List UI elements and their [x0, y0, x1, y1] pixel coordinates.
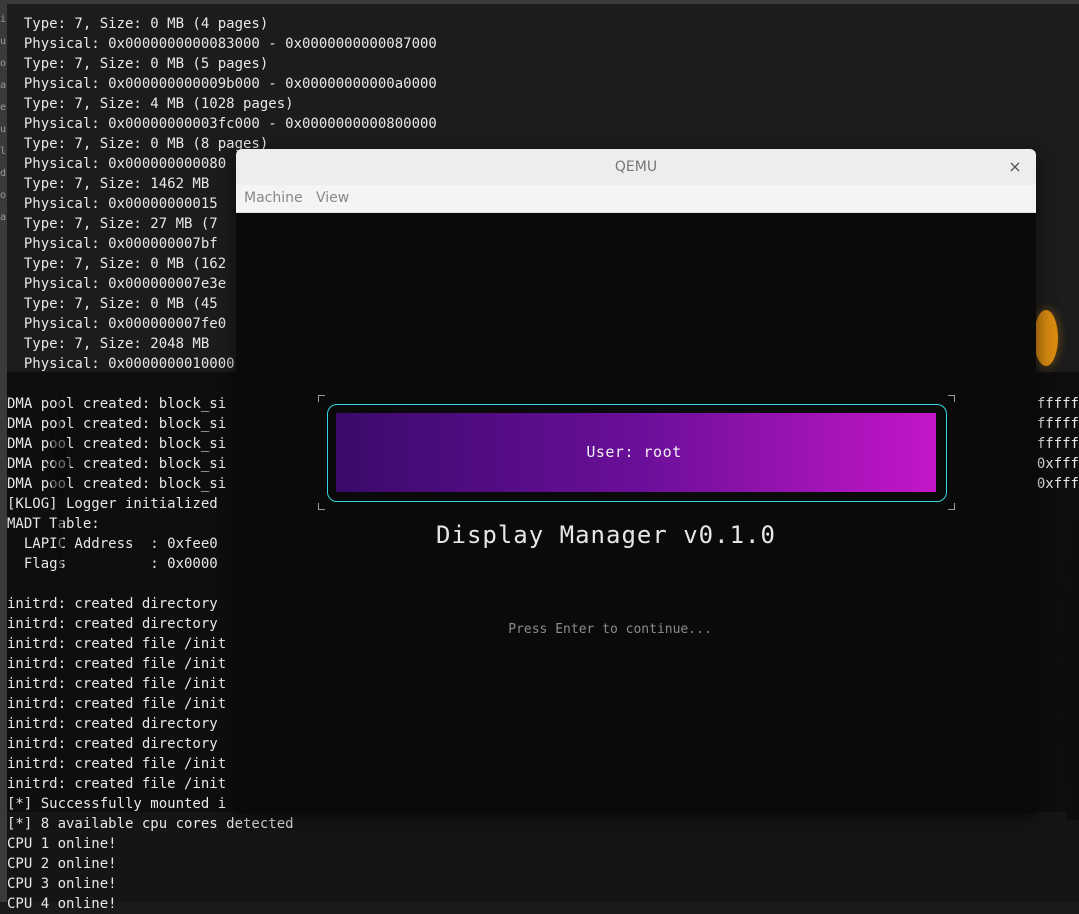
- tree-silhouette-left: [40, 370, 80, 570]
- terminal-line: initrd: created file /init: [7, 656, 227, 672]
- panel-corner-mark: [948, 395, 955, 402]
- terminal-line: Type: 7, Size: 2048 MB: [7, 336, 210, 352]
- menu-machine[interactable]: Machine: [244, 185, 303, 212]
- panel-corner-mark: [948, 503, 955, 510]
- terminal-line: initrd: created directory: [7, 736, 218, 752]
- tree-silhouette-right: [1045, 520, 1079, 820]
- terminal-line: Type: 7, Size: 0 MB (45: [7, 296, 218, 312]
- terminal-line: [*] Successfully mounted i: [7, 796, 227, 812]
- user-label: User: root: [586, 443, 682, 461]
- display-manager-title: Display Manager v0.1.0: [436, 521, 776, 549]
- edge-glyph: a: [0, 80, 7, 91]
- qemu-titlebar[interactable]: QEMU ×: [236, 149, 1036, 186]
- terminal-line-right: fffff: [1036, 396, 1079, 412]
- terminal-line: CPU 1 online!: [7, 836, 117, 852]
- bat-icon: ▼: [1050, 238, 1057, 249]
- terminal-line: CPU 2 online!: [7, 856, 117, 872]
- terminal-line: CPU 4 online!: [7, 896, 117, 912]
- panel-corner-mark: [318, 503, 325, 510]
- terminal-line: Physical: 0x000000007bf: [7, 236, 218, 252]
- terminal-line: initrd: created directory: [7, 596, 218, 612]
- menu-bar: Machine View: [236, 185, 1036, 213]
- bat-icon: ▼: [1042, 276, 1049, 287]
- terminal-line: LAPIC Address : 0xfee0: [7, 536, 218, 552]
- terminal-line: Type: 7, Size: 0 MB (4 pages): [7, 16, 269, 32]
- terminal-line: Type: 7, Size: 27 MB (7: [7, 216, 218, 232]
- terminal-line: Physical: 0x0000000000083000 - 0x0000000…: [7, 36, 437, 52]
- edge-glyph: u: [0, 36, 7, 47]
- edge-glyph: d: [0, 168, 7, 179]
- terminal-line: [*] 8 available cpu cores detected: [7, 816, 294, 832]
- terminal-line-right: 0xfff: [1036, 476, 1079, 492]
- moon-decoration: [1034, 310, 1058, 366]
- continue-prompt: Press Enter to continue...: [508, 622, 712, 637]
- terminal-line: initrd: created directory: [7, 616, 218, 632]
- terminal-line: Physical: 0x000000000080: [7, 156, 227, 172]
- edge-glyph: l: [0, 146, 7, 157]
- qemu-window[interactable]: QEMU × Machine View User: root Display M…: [236, 149, 1036, 814]
- terminal-line-right: fffff: [1036, 416, 1079, 432]
- terminal-line: initrd: created directory: [7, 716, 218, 732]
- terminal-line-right: fffff: [1036, 436, 1079, 452]
- terminal-line: initrd: created file /init: [7, 676, 227, 692]
- terminal-line: initrd: created file /init: [7, 776, 227, 792]
- terminal-line: initrd: created file /init: [7, 636, 227, 652]
- edge-glyph: o: [0, 190, 7, 201]
- terminal-line: Physical: 0x00000000015: [7, 196, 218, 212]
- terminal-line: Type: 7, Size: 1462 MB: [7, 176, 210, 192]
- edge-glyph: o: [0, 58, 7, 69]
- close-icon[interactable]: ×: [1004, 156, 1026, 178]
- terminal-line: Type: 7, Size: 0 MB (162: [7, 256, 227, 272]
- terminal-line: Physical: 0x000000007e3e: [7, 276, 227, 292]
- terminal-line: CPU 3 online!: [7, 876, 117, 892]
- edge-glyph: u: [0, 124, 7, 135]
- edge-glyph: i: [0, 14, 7, 25]
- terminal-line: Physical: 0x000000007fe0: [7, 316, 227, 332]
- terminal-line: Type: 7, Size: 4 MB (1028 pages): [7, 96, 294, 112]
- terminal-line-right: 0xfff: [1036, 456, 1079, 472]
- terminal-line: initrd: created file /init: [7, 756, 227, 772]
- left-edge-strip: iuoaeuldoa: [0, 0, 7, 902]
- terminal-line: Physical: 0x00000000003fc000 - 0x0000000…: [7, 116, 437, 132]
- guest-display[interactable]: User: root Display Manager v0.1.0 Press …: [236, 213, 1036, 814]
- panel-corner-mark: [318, 395, 325, 402]
- terminal-line: Flags : 0x0000: [7, 556, 218, 572]
- bat-icon: ▼: [1055, 296, 1062, 307]
- terminal-line: Type: 7, Size: 0 MB (5 pages): [7, 56, 269, 72]
- terminal-line: [KLOG] Logger initialized: [7, 496, 218, 512]
- terminal-line: Type: 7, Size: 0 MB (8 pages): [7, 136, 269, 152]
- terminal-line: initrd: created file /init: [7, 696, 227, 712]
- terminal-line: Physical: 0x000000000009b000 - 0x0000000…: [7, 76, 437, 92]
- edge-glyph: a: [0, 212, 7, 223]
- edge-glyph: e: [0, 102, 7, 113]
- menu-view[interactable]: View: [316, 185, 349, 212]
- window-title: QEMU: [614, 159, 658, 175]
